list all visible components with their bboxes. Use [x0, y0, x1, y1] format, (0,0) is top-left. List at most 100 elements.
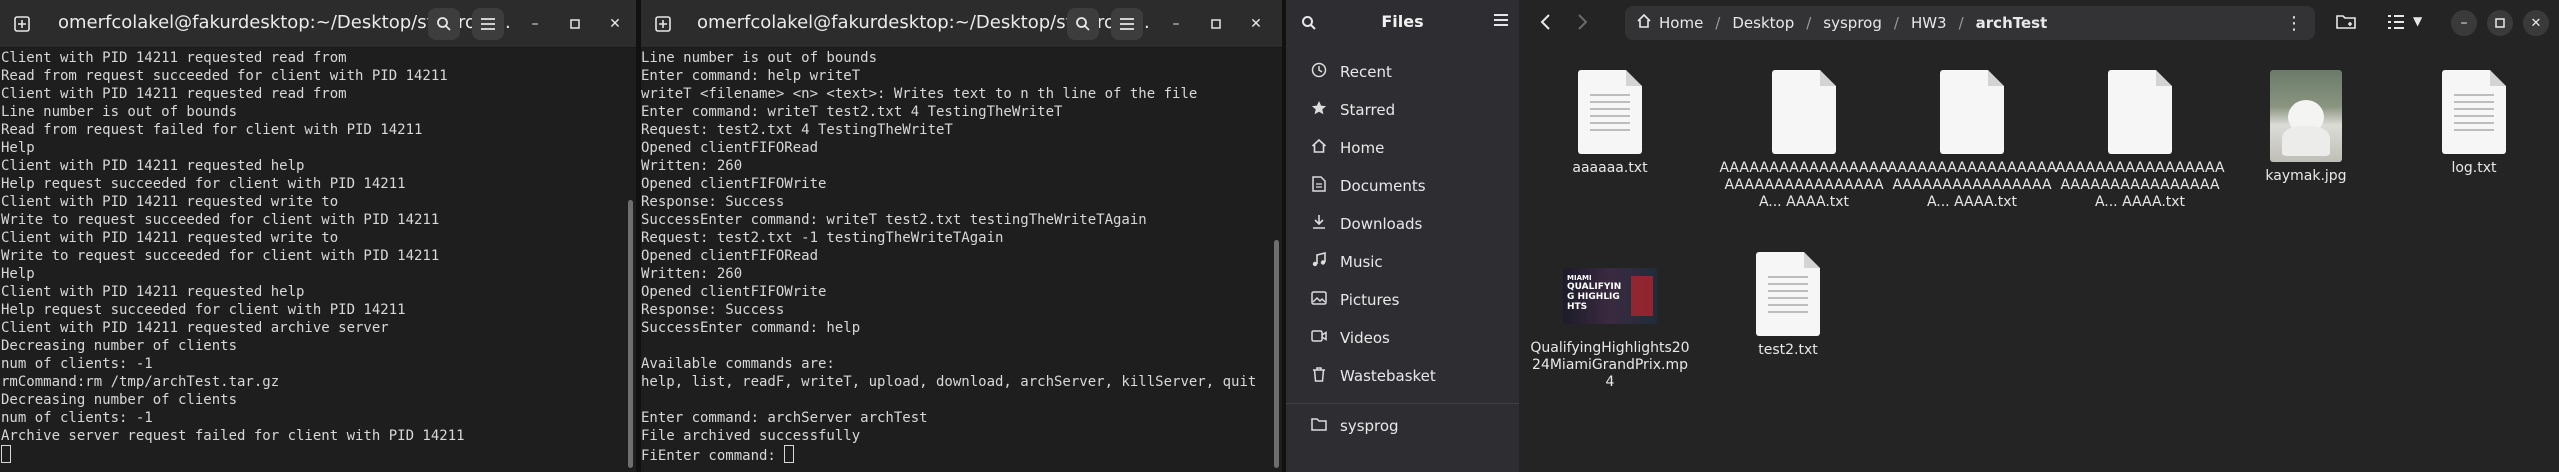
- terminal-line: rmCommand:rm /tmp/archTest.tar.gz: [1, 374, 280, 390]
- picture-icon: [1308, 290, 1330, 310]
- breadcrumb-home[interactable]: Home: [1659, 14, 1703, 32]
- breadcrumb-sysprog[interactable]: sysprog: [1823, 14, 1882, 32]
- sidebar-item-recent[interactable]: Recent: [1296, 54, 1509, 90]
- cursor: [1, 445, 11, 463]
- text-file-icon: [2442, 70, 2506, 154]
- sidebar-item-label: Downloads: [1340, 215, 1423, 233]
- sidebar-item-music[interactable]: Music: [1296, 244, 1509, 280]
- new-folder-icon[interactable]: [2335, 13, 2357, 35]
- view-options-icon[interactable]: ▼: [2413, 14, 2422, 28]
- file-item[interactable]: MIAMI QUALIFYING HIGHLIGHTS QualifyingHi…: [1519, 262, 1701, 391]
- minimize-icon[interactable]: –: [2451, 10, 2477, 36]
- terminal-line: Opened clientFIFOWrite: [641, 176, 827, 192]
- sidebar-item-starred[interactable]: Starred: [1296, 92, 1509, 128]
- close-icon[interactable]: ✕: [2523, 10, 2549, 36]
- sidebar-item-wastebasket[interactable]: Wastebasket: [1296, 358, 1509, 394]
- sidebar-item-label: Wastebasket: [1340, 367, 1436, 385]
- terminal-output[interactable]: Line number is out of bounds Enter comman…: [641, 49, 1268, 472]
- terminal-line: Response: Success: [641, 302, 785, 318]
- menu-icon[interactable]: [1493, 12, 1509, 31]
- music-icon: [1308, 251, 1330, 272]
- sidebar-item-label: Music: [1340, 253, 1383, 271]
- search-icon[interactable]: [428, 8, 460, 40]
- breadcrumb-archtest[interactable]: archTest: [1976, 14, 2048, 32]
- sidebar-item-label: Home: [1340, 139, 1385, 157]
- menu-icon[interactable]: [472, 8, 504, 40]
- view-list-icon[interactable]: [2387, 14, 2405, 34]
- maximize-icon[interactable]: [2487, 10, 2513, 36]
- terminal-line: Write to request succeeded for client wi…: [1, 248, 440, 264]
- terminal-header: omerfcolakel@fakurdesktop:~/Desktop/sysp…: [641, 0, 1282, 48]
- terminal-window-client[interactable]: omerfcolakel@fakurdesktop:~/Desktop/sysp…: [641, 0, 1282, 472]
- terminal-line: Enter command: writeT test2.txt 4 Testin…: [641, 104, 1063, 120]
- prompt-line[interactable]: FiEnter command:: [641, 445, 1268, 464]
- new-tab-icon[interactable]: [647, 8, 679, 40]
- sidebar-item-label: Documents: [1340, 177, 1426, 195]
- text-file-icon: [1578, 70, 1642, 154]
- close-icon[interactable]: ✕: [1245, 13, 1267, 35]
- terminal-line: Decreasing number of clients: [1, 392, 238, 408]
- file-item[interactable]: aaaaaa.txt: [1519, 70, 1701, 177]
- sidebar-item-documents[interactable]: Documents: [1296, 168, 1509, 204]
- close-icon[interactable]: ✕: [604, 13, 626, 35]
- terminal-line: Response: Success: [641, 194, 785, 210]
- star-icon: [1308, 100, 1330, 120]
- video-thumb-text: QUALIFYING HIGHLIGHTS: [1567, 282, 1622, 312]
- forward-button[interactable]: [1575, 12, 1589, 36]
- kebab-menu-icon[interactable]: ⋮: [2285, 13, 2303, 34]
- minimize-icon[interactable]: –: [1165, 13, 1187, 35]
- back-button[interactable]: [1539, 12, 1553, 37]
- scrollbar[interactable]: [628, 200, 633, 468]
- terminal-window-server[interactable]: omerfcolakel@fakurdesktop:~/Desktop/sysp…: [0, 0, 636, 472]
- terminal-line: Opened clientFIFORead: [641, 248, 819, 264]
- terminal-line: Help request succeeded for client with P…: [1, 176, 406, 192]
- terminal-line: Client with PID 14211 requested write to: [1, 194, 339, 210]
- terminal-output[interactable]: Client with PID 14211 requested read fro…: [1, 49, 622, 472]
- download-icon: [1308, 214, 1330, 234]
- file-name: aaaaaa.txt: [1572, 160, 1648, 176]
- maximize-icon[interactable]: [564, 13, 586, 35]
- menu-icon[interactable]: [1111, 8, 1143, 40]
- sidebar-item-home[interactable]: Home: [1296, 130, 1509, 166]
- file-item[interactable]: AAAAAAAAAAAAAAAAAAAAAAAAAAAAAAAAAA... AA…: [1719, 70, 1889, 211]
- sidebar-item-pictures[interactable]: Pictures: [1296, 282, 1509, 318]
- breadcrumb-desktop[interactable]: Desktop: [1732, 14, 1794, 32]
- text-file-icon: [1940, 70, 2004, 154]
- terminal-line: Archive server request failed for client…: [1, 428, 465, 444]
- home-icon: [1308, 138, 1330, 158]
- file-item[interactable]: test2.txt: [1703, 252, 1873, 359]
- prompt-line[interactable]: [1, 445, 622, 463]
- minimize-icon[interactable]: –: [524, 13, 546, 35]
- video-thumbnail: MIAMI QUALIFYING HIGHLIGHTS: [1563, 268, 1657, 324]
- file-item[interactable]: AAAAAAAAAAAAAAAAAAAAAAAAAAAAAAAAAA... AA…: [2055, 70, 2225, 211]
- file-item[interactable]: log.txt: [2389, 70, 2559, 177]
- terminal-line: SuccessEnter command: help: [641, 320, 861, 336]
- sidebar-header: Files: [1286, 0, 1519, 47]
- text-file-icon: [1756, 252, 1820, 336]
- terminal-line: Enter command: help writeT: [641, 68, 861, 84]
- text-file-icon: [2108, 70, 2172, 154]
- home-icon: [1637, 13, 1651, 32]
- sidebar-item-downloads[interactable]: Downloads: [1296, 206, 1509, 242]
- new-tab-icon[interactable]: [6, 8, 38, 40]
- terminal-line: File archived successfully: [641, 428, 861, 444]
- breadcrumb-hw3[interactable]: HW3: [1911, 14, 1947, 32]
- maximize-icon[interactable]: [1205, 13, 1227, 35]
- file-item[interactable]: AAAAAAAAAAAAAAAAAAAAAAAAAAAAAAAAAA... AA…: [1887, 70, 2057, 211]
- file-name: AAAAAAAAAAAAAAAAAAAAAAAAAAAAAAAAAA... AA…: [1719, 160, 1889, 210]
- sidebar-item-sysprog[interactable]: sysprog: [1296, 408, 1509, 444]
- file-item[interactable]: kaymak.jpg: [2221, 70, 2391, 185]
- terminal-line: help, list, readF, writeT, upload, downl…: [641, 374, 1257, 390]
- sidebar-item-videos[interactable]: Videos: [1296, 320, 1509, 356]
- terminal-line: Available commands are:: [641, 356, 835, 372]
- scrollbar[interactable]: [1274, 240, 1279, 468]
- file-name: log.txt: [2451, 160, 2497, 176]
- files-header: Home / Desktop / sysprog / HW3 / archTes…: [1519, 0, 2559, 47]
- sidebar-separator: [1286, 403, 1519, 404]
- search-icon[interactable]: [1067, 8, 1099, 40]
- terminal-line: Written: 260: [641, 266, 743, 282]
- file-name: QualifyingHighlights2024MiamiGrandPrix.m…: [1530, 340, 1690, 390]
- terminal-line: Opened clientFIFORead: [641, 140, 819, 156]
